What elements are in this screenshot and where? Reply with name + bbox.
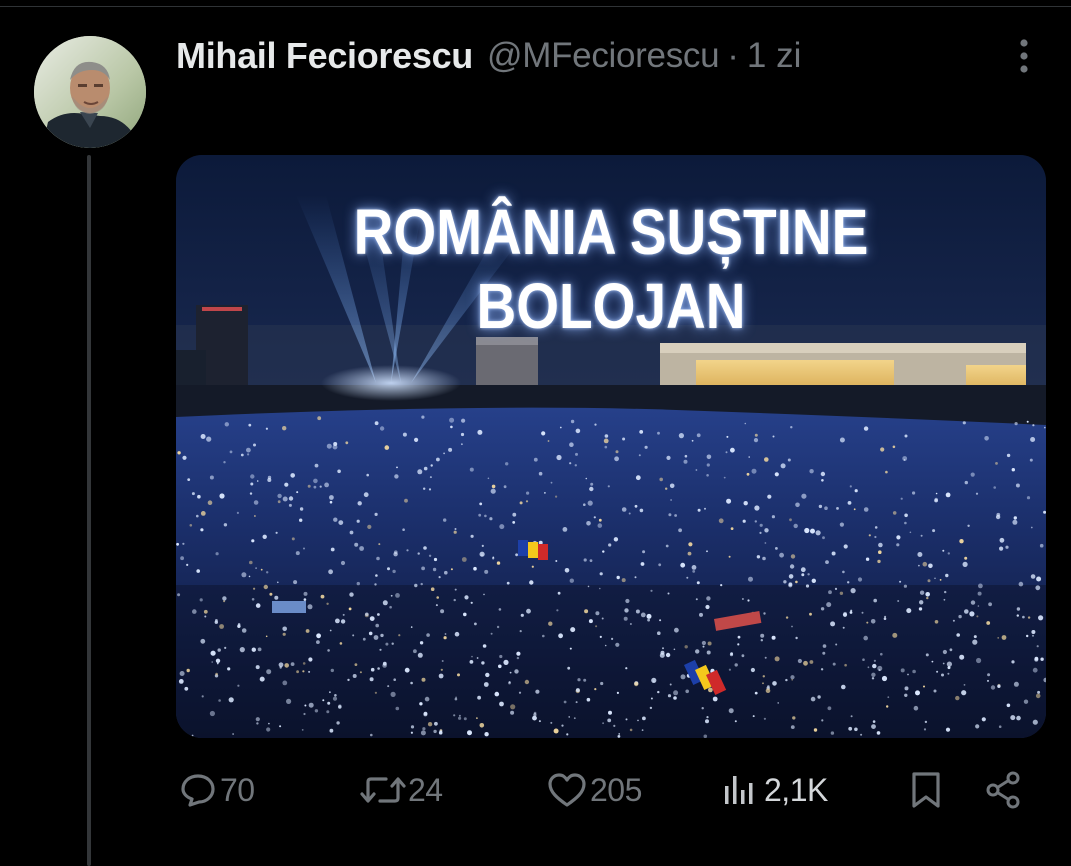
avatar[interactable]: [34, 36, 146, 148]
like-button[interactable]: 205: [546, 760, 642, 820]
more-vertical-icon: [1018, 38, 1030, 79]
more-options-button[interactable]: [1004, 38, 1044, 78]
bookmark-button[interactable]: [908, 760, 944, 820]
bar-chart-icon: [722, 772, 756, 808]
speech-bubble-icon: [178, 770, 218, 810]
share-button[interactable]: [984, 760, 1024, 820]
repost-button[interactable]: 24: [360, 760, 443, 820]
top-divider: [0, 6, 1071, 7]
tweet-header: Mihail Feciorescu @MFeciorescu · 1 zi: [176, 30, 801, 82]
repost-arrows-icon: [360, 770, 406, 810]
bookmark-icon: [908, 770, 944, 810]
share-icon: [984, 770, 1024, 810]
repost-count: 24: [408, 771, 443, 808]
views-button[interactable]: 2,1K: [722, 760, 828, 820]
tweet-image[interactable]: ROMÂNIA SUȘTINE BOLOJAN: [176, 155, 1046, 738]
timestamp[interactable]: 1 zi: [747, 36, 801, 76]
image-headline: ROMÂNIA SUȘTINE BOLOJAN: [353, 196, 869, 342]
heart-icon: [546, 770, 588, 810]
action-bar: 70 24 205 2,1K: [0, 760, 1071, 820]
user-handle[interactable]: @MFeciorescu: [487, 36, 720, 76]
like-count: 205: [590, 771, 642, 808]
reply-button[interactable]: 70: [178, 760, 255, 820]
separator-dot: ·: [727, 36, 739, 75]
views-count: 2,1K: [764, 771, 828, 808]
reply-count: 70: [220, 771, 255, 808]
display-name[interactable]: Mihail Feciorescu: [176, 35, 473, 77]
